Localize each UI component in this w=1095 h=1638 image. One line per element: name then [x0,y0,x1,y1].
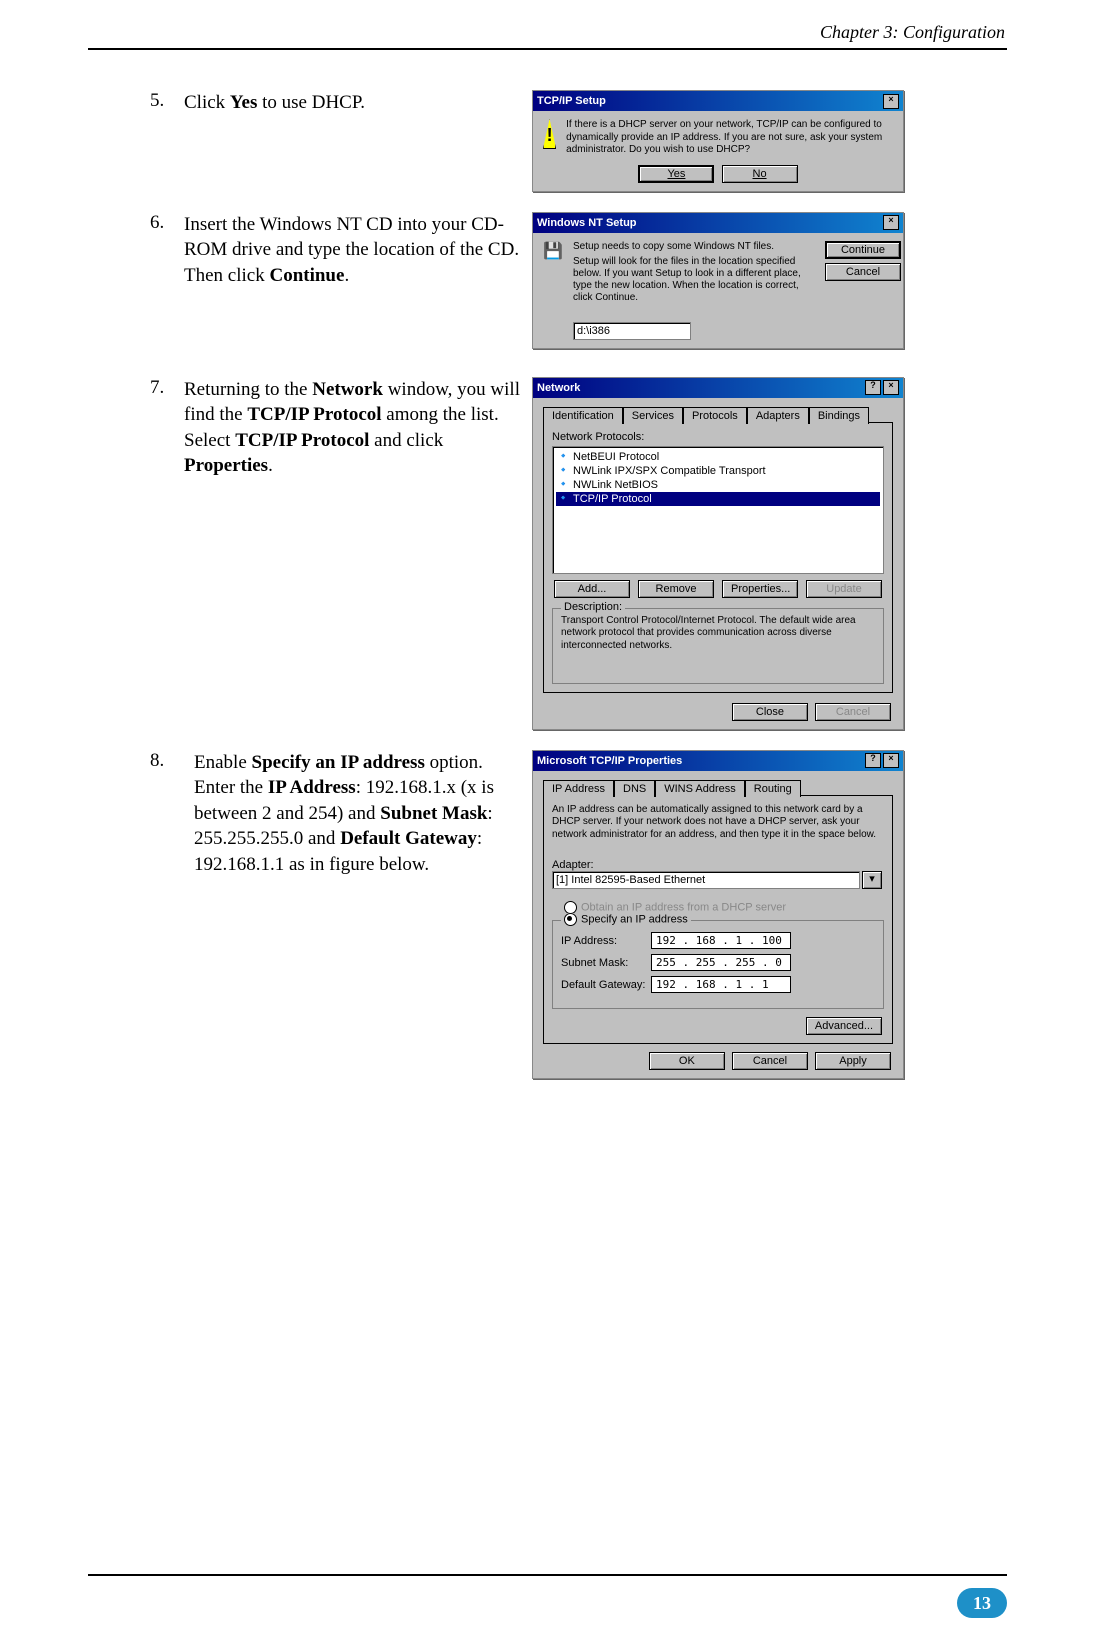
protocols-label: Network Protocols: [552,431,884,443]
ok-button[interactable]: OK [649,1052,725,1070]
close-button[interactable]: Close [732,703,808,721]
protocol-icon: 🔹 [557,479,569,491]
cancel-button[interactable]: Cancel [732,1052,808,1070]
warning-icon: ! [543,119,556,149]
dialog-title: TCP/IP Setup [537,95,606,107]
subnet-input[interactable]: 255 . 255 . 255 . 0 [651,954,791,971]
update-button: Update [806,580,882,598]
network-dialog: Network ? × IdentificationServicesProtoc… [532,377,904,730]
apply-button[interactable]: Apply [815,1052,891,1070]
radio-specify-ip[interactable]: Specify an IP address [561,913,691,926]
list-item[interactable]: 🔹NWLink IPX/SPX Compatible Transport [556,464,880,478]
tab-wins[interactable]: WINS Address [655,780,745,797]
cancel-button[interactable]: Cancel [825,263,901,281]
step-5-number: 5. [150,90,184,112]
help-icon[interactable]: ? [865,753,881,768]
no-button[interactable]: No [722,165,798,183]
tab-dns[interactable]: DNS [614,780,655,797]
gateway-label: Default Gateway: [561,979,651,991]
tab-identification[interactable]: Identification [543,407,623,424]
description-text: Transport Control Protocol/Internet Prot… [561,615,875,653]
dialog-title: Microsoft TCP/IP Properties [537,755,682,767]
protocol-icon: 🔹 [557,465,569,477]
nt-setup-dialog: Windows NT Setup × 💾 Setup needs to copy… [532,212,904,349]
list-item[interactable]: 🔹NetBEUI Protocol [556,450,880,464]
dialog-title: Windows NT Setup [537,217,637,229]
help-icon[interactable]: ? [865,380,881,395]
tcpip-setup-dialog: TCP/IP Setup × ! If there is a DHCP serv… [532,90,904,192]
step-6-text: Insert the Windows NT CD into your CD-RO… [184,212,522,289]
protocol-icon: 🔹 [557,451,569,463]
page-header: Chapter 3: Configuration [820,22,1005,43]
cancel-button: Cancel [815,703,891,721]
tab-bindings[interactable]: Bindings [809,407,869,424]
step-7-number: 7. [150,377,184,399]
remove-button[interactable]: Remove [638,580,714,598]
protocols-list[interactable]: 🔹NetBEUI Protocol 🔹NWLink IPX/SPX Compat… [552,446,884,574]
adapter-label: Adapter: [552,859,884,871]
close-icon[interactable]: × [883,753,899,768]
dialog-message: If there is a DHCP server on your networ… [566,119,893,157]
protocol-icon: 🔹 [557,493,569,505]
tab-routing[interactable]: Routing [745,780,801,797]
continue-button[interactable]: Continue [825,241,901,259]
dropdown-icon[interactable]: ▾ [862,871,882,889]
ip-input[interactable]: 192 . 168 . 1 . 100 [651,932,791,949]
tab-services[interactable]: Services [623,407,683,424]
disk-icon: 💾 [543,241,563,340]
close-icon[interactable]: × [883,215,899,230]
header-rule [88,48,1007,50]
gateway-input[interactable]: 192 . 168 . 1 . 1 [651,976,791,993]
tcpip-properties-dialog: Microsoft TCP/IP Properties ? × IP Addre… [532,750,904,1080]
yes-button[interactable]: Yes [638,165,714,183]
intro-text: An IP address can be automatically assig… [552,804,884,842]
step-8-number: 8. [150,750,194,772]
footer-rule [88,1574,1007,1576]
tab-protocols[interactable]: Protocols [683,407,747,424]
tab-adapters[interactable]: Adapters [747,407,809,424]
setup-line1: Setup needs to copy some Windows NT file… [573,241,813,252]
list-item-selected[interactable]: 🔹TCP/IP Protocol [556,492,880,506]
setup-line2: Setup will look for the files in the loc… [573,256,813,304]
step-7-text: Returning to the Network window, you wil… [184,377,522,480]
description-label: Description: [561,601,625,613]
step-5-text: Click Yes to use DHCP. [184,90,522,116]
tab-ip-address[interactable]: IP Address [543,780,614,797]
add-button[interactable]: Add... [554,580,630,598]
properties-button[interactable]: Properties... [722,580,798,598]
dialog-title: Network [537,382,580,394]
adapter-select[interactable]: [1] Intel 82595-Based Ethernet [552,871,860,889]
page-number: 13 [957,1588,1007,1618]
close-icon[interactable]: × [883,380,899,395]
step-6-number: 6. [150,212,184,234]
close-icon[interactable]: × [883,94,899,109]
list-item[interactable]: 🔹NWLink NetBIOS [556,478,880,492]
step-8-text: Enable Specify an IP address option. Ent… [194,750,522,878]
path-input[interactable]: d:\i386 [573,322,691,340]
ip-label: IP Address: [561,935,651,947]
advanced-button[interactable]: Advanced... [806,1017,882,1035]
subnet-label: Subnet Mask: [561,957,651,969]
